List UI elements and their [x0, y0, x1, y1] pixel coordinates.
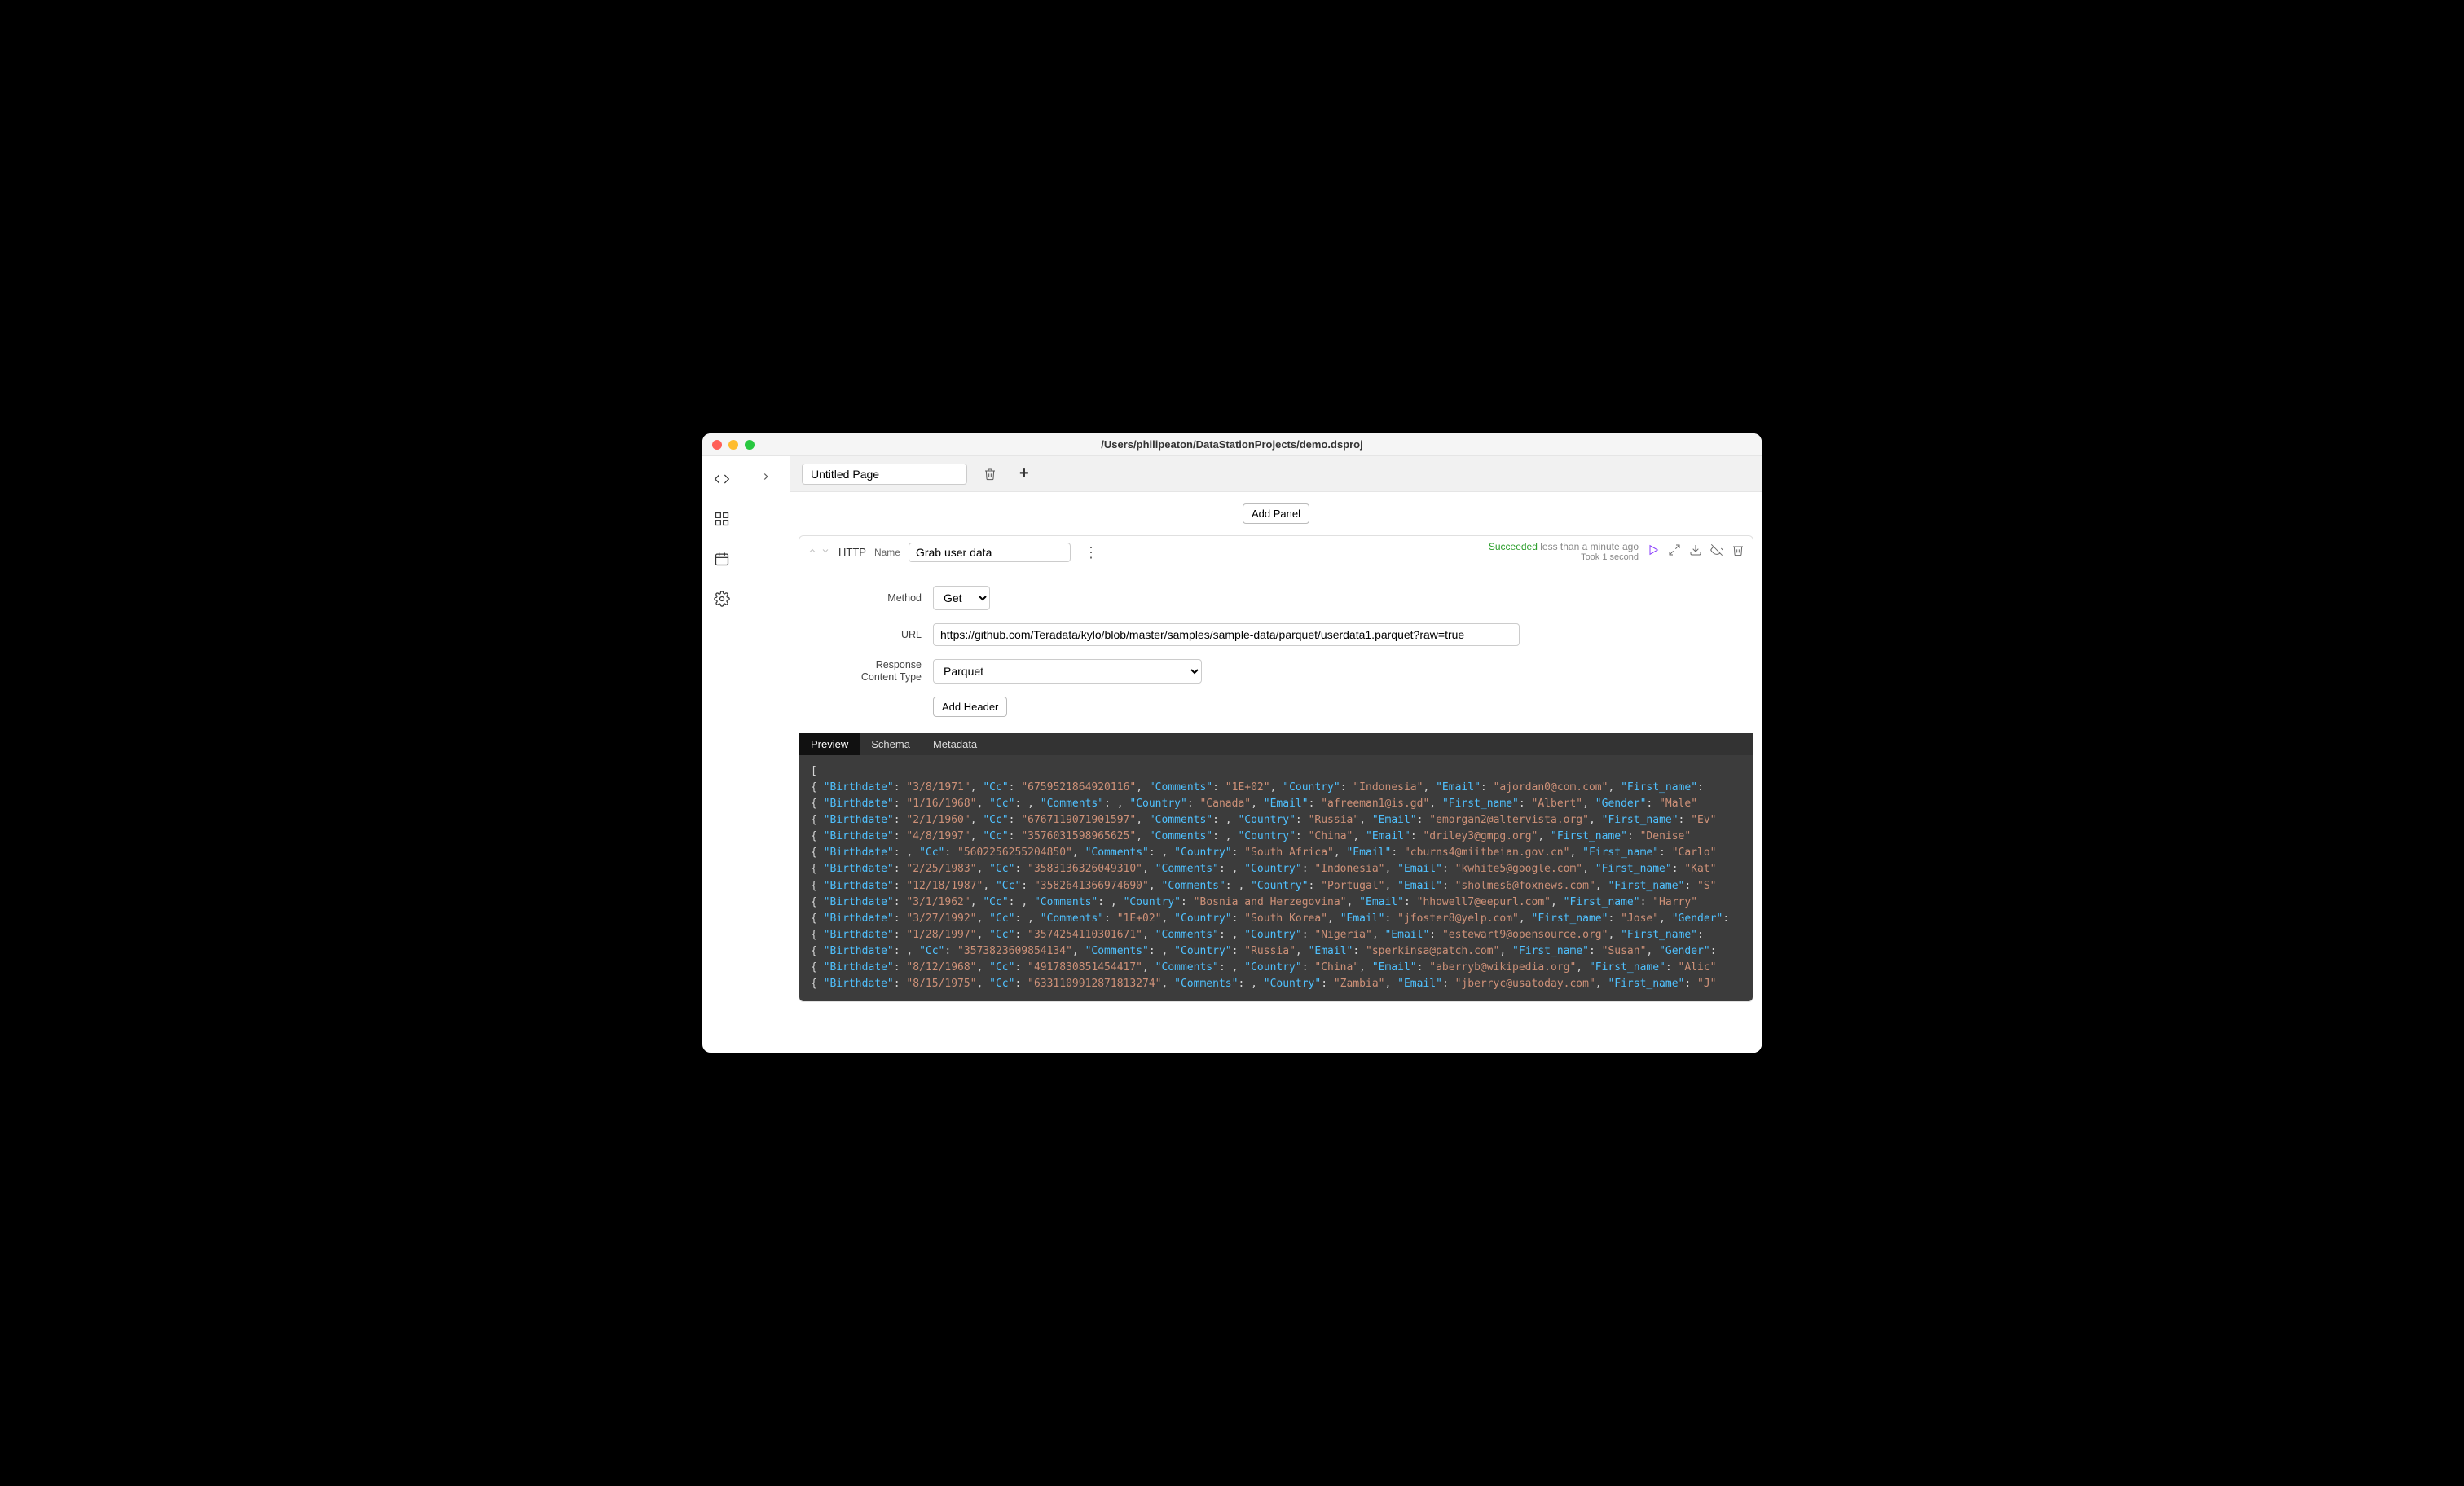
- method-select[interactable]: Get: [933, 586, 990, 610]
- add-panel-button[interactable]: Add Panel: [1243, 503, 1309, 524]
- result-tabs: Preview Schema Metadata: [799, 733, 1753, 755]
- status-took: Took 1 second: [1489, 552, 1639, 563]
- dashboard-icon[interactable]: [714, 511, 730, 531]
- content-type-label: ResponseContent Type: [840, 659, 922, 684]
- page-title-input[interactable]: [802, 464, 967, 485]
- sub-nav: [741, 456, 790, 1053]
- panel-header: HTTP Name ⋮ Succeeded less than a minute…: [799, 536, 1753, 569]
- url-label: URL: [840, 629, 922, 640]
- tab-schema[interactable]: Schema: [860, 733, 922, 755]
- zoom-window-icon[interactable]: [745, 440, 755, 450]
- chevron-down-icon[interactable]: [821, 545, 830, 560]
- panel-status: Succeeded less than a minute ago Took 1 …: [1489, 541, 1639, 564]
- minimize-window-icon[interactable]: [728, 440, 738, 450]
- panel-type: HTTP: [838, 546, 866, 558]
- panel-body: Method Get URL ResponseContent Type Parq…: [799, 569, 1753, 733]
- expand-icon[interactable]: [1668, 543, 1681, 561]
- chevron-right-icon[interactable]: [760, 471, 772, 1053]
- download-icon[interactable]: [1689, 543, 1702, 561]
- name-label: Name: [874, 547, 900, 558]
- url-input[interactable]: [933, 623, 1520, 646]
- calendar-icon[interactable]: [714, 551, 730, 571]
- gear-icon[interactable]: [714, 591, 730, 611]
- app-window: /Users/philipeaton/DataStationProjects/d…: [702, 433, 1762, 1053]
- tab-metadata[interactable]: Metadata: [922, 733, 988, 755]
- panel-name-input[interactable]: [909, 543, 1071, 562]
- add-page-button[interactable]: +: [1013, 464, 1036, 483]
- delete-page-button[interactable]: [979, 463, 1001, 486]
- chevron-up-icon[interactable]: [807, 545, 817, 560]
- tab-preview[interactable]: Preview: [799, 733, 860, 755]
- hide-icon[interactable]: [1710, 543, 1723, 561]
- titlebar: /Users/philipeaton/DataStationProjects/d…: [702, 433, 1762, 456]
- run-icon[interactable]: [1647, 543, 1660, 561]
- left-iconbar: [702, 456, 741, 1053]
- content-type-select[interactable]: Parquet: [933, 659, 1202, 684]
- preview-output: [ { "Birthdate": "3/8/1971", "Cc": "6759…: [799, 755, 1753, 1001]
- add-header-button[interactable]: Add Header: [933, 697, 1007, 717]
- status-ago: less than a minute ago: [1540, 541, 1639, 552]
- code-icon[interactable]: [714, 471, 730, 491]
- http-panel: HTTP Name ⋮ Succeeded less than a minute…: [799, 535, 1753, 1002]
- panel-menu-button[interactable]: ⋮: [1079, 545, 1103, 560]
- status-succeeded: Succeeded: [1489, 541, 1538, 552]
- trash-icon[interactable]: [1731, 543, 1745, 561]
- method-label: Method: [840, 592, 922, 604]
- close-window-icon[interactable]: [712, 440, 722, 450]
- window-title: /Users/philipeaton/DataStationProjects/d…: [1101, 438, 1362, 451]
- page-tabs: +: [790, 456, 1762, 492]
- traffic-lights: [712, 440, 755, 450]
